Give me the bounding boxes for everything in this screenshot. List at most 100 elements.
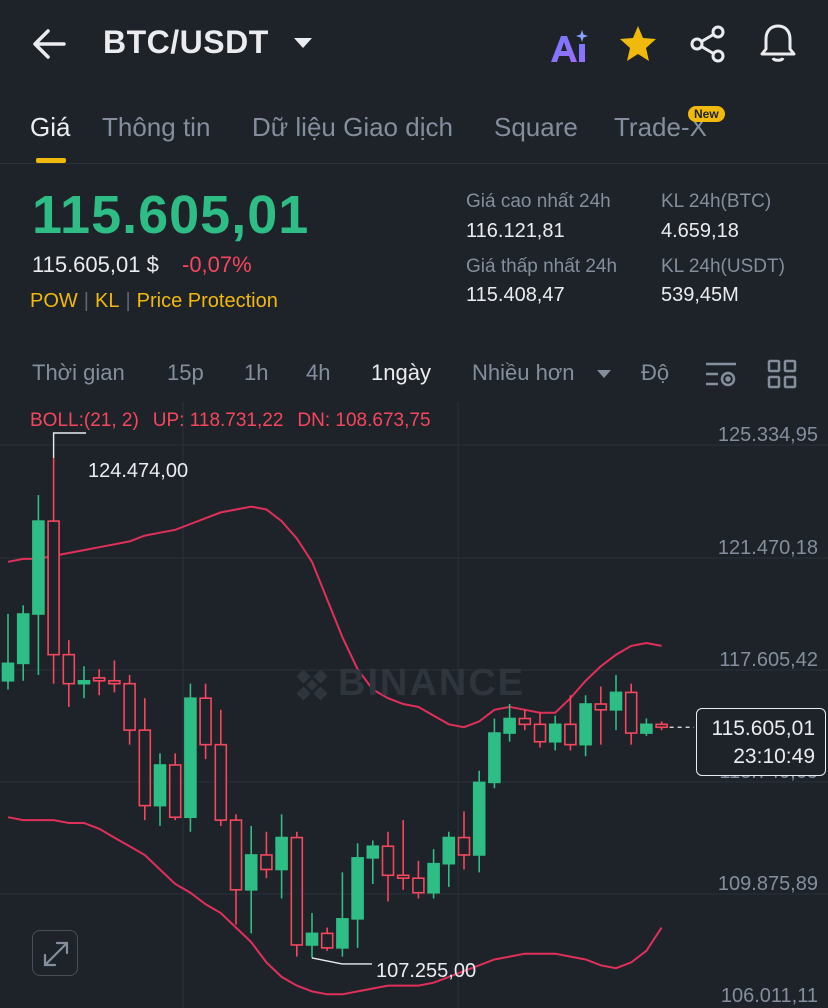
volume-usdt-label: KL 24h(USDT) — [661, 256, 785, 277]
low-marker-label: 107.255,00 — [376, 960, 477, 982]
tag-kl[interactable]: KL — [95, 290, 119, 312]
candle-countdown: 23:10:49 — [733, 745, 815, 768]
candle-up — [640, 723, 653, 734]
active-tab-indicator — [36, 158, 66, 163]
interval-1d[interactable]: 1ngày — [371, 360, 431, 386]
boll-upper-value: UP: 118.731,22 — [152, 410, 284, 431]
y-axis-label: 125.334,95 — [717, 424, 818, 446]
y-axis-label: 106.011,11 — [720, 985, 818, 1007]
low-24h-value: 115.408,47 — [466, 284, 565, 306]
interval-15m[interactable]: 15p — [167, 360, 204, 386]
candle-down — [290, 836, 304, 946]
candle-down — [655, 723, 668, 729]
candle-down — [229, 819, 243, 891]
candle-down — [47, 520, 60, 656]
candle-up — [336, 918, 349, 949]
volume-btc-value: 4.659,18 — [661, 220, 739, 242]
candle-down — [138, 729, 152, 807]
y-axis-label: 109.875,89 — [717, 873, 818, 895]
candle-down — [62, 653, 76, 685]
interval-more[interactable]: Nhiều hơn — [472, 360, 575, 386]
new-badge: New — [688, 106, 725, 122]
candle-down — [533, 723, 547, 743]
candle-down — [214, 743, 228, 821]
tab-price[interactable]: Giá — [30, 112, 70, 143]
candle-down — [168, 764, 182, 819]
candle-up — [153, 764, 167, 807]
candle-down — [396, 874, 410, 879]
binance-watermark: BINANCE — [292, 662, 525, 705]
candle-down — [108, 679, 121, 685]
price-usd-equivalent: 115.605,01 $ — [32, 252, 159, 277]
interval-depth[interactable]: Độ — [641, 360, 681, 386]
candle-down — [518, 717, 532, 726]
candle-up — [16, 613, 30, 665]
favorite-star-icon[interactable] — [618, 24, 658, 64]
candle-up — [472, 781, 486, 856]
high-24h-value: 116.121,81 — [466, 220, 565, 242]
token-tags: POW | KL | Price Protection — [30, 290, 278, 313]
bell-icon[interactable] — [758, 22, 798, 64]
candle-down — [92, 677, 106, 682]
candle-up — [503, 717, 516, 734]
low-24h-label: Giá thấp nhất 24h — [466, 256, 618, 277]
current-price-value: 115.605,01 — [711, 717, 815, 740]
candle-up — [305, 932, 319, 946]
candle-up — [32, 520, 45, 615]
candle-up — [579, 703, 592, 746]
tag-price-protection[interactable]: Price Protection — [137, 290, 278, 312]
chevron-down-icon[interactable] — [294, 38, 312, 48]
candle-down — [260, 854, 273, 871]
high-marker-label: 124.474,00 — [88, 460, 189, 482]
candle-down — [624, 691, 638, 734]
ai-icon[interactable] — [548, 26, 590, 66]
boll-lower-band — [7, 816, 663, 996]
candle-up — [442, 836, 456, 865]
candle-up — [548, 723, 562, 743]
back-arrow-icon[interactable] — [30, 26, 70, 62]
interval-time[interactable]: Thời gian — [32, 360, 125, 386]
price-change-percent: -0,07% — [182, 252, 252, 277]
interval-bar: Thời gian 15p 1h 4h 1ngày Nhiều hơn Độ — [0, 356, 828, 396]
tag-separator: | — [83, 290, 89, 312]
boll-indicator-readout: BOLL:(21, 2) UP: 118.731,22 DN: 108.673,75 — [30, 410, 445, 432]
layout-grid-icon[interactable] — [766, 358, 798, 390]
candle-up — [184, 697, 197, 819]
tag-separator: | — [125, 290, 131, 312]
trading-pair-title[interactable]: BTC/USDT — [103, 24, 269, 61]
candle-down — [199, 697, 212, 746]
candle-down — [123, 682, 136, 731]
boll-lower-value: DN: 108.673,75 — [297, 410, 431, 431]
candle-up — [427, 862, 440, 894]
candle-down — [412, 877, 425, 894]
candle-up — [77, 679, 91, 685]
interval-4h[interactable]: 4h — [306, 360, 330, 386]
candle-up — [351, 857, 364, 920]
tag-pow[interactable]: POW — [30, 290, 78, 312]
tab-info[interactable]: Thông tin — [102, 112, 210, 143]
candlestick-chart[interactable] — [0, 402, 828, 1008]
indicator-settings-icon[interactable] — [704, 358, 738, 390]
candle-down — [564, 723, 577, 746]
interval-1h[interactable]: 1h — [244, 360, 268, 386]
chevron-down-icon[interactable] — [597, 370, 611, 378]
tab-bar: Giá Thông tin Dữ liệu Giao dịch Square T… — [0, 106, 828, 164]
volume-btc-label: KL 24h(BTC) — [661, 191, 772, 212]
y-axis-label: 121.470,18 — [717, 537, 818, 559]
high-24h-label: Giá cao nhất 24h — [466, 191, 611, 212]
candle-down — [381, 845, 395, 877]
low-marker-line — [311, 957, 372, 965]
last-price: 115.605,01 — [32, 185, 310, 245]
header-bar: BTC/USDT — [0, 0, 828, 90]
candle-down — [320, 932, 334, 949]
candle-up — [275, 836, 288, 871]
candle-up — [244, 854, 258, 891]
candle-up — [609, 691, 623, 711]
tab-square[interactable]: Square — [494, 112, 578, 143]
tab-trading-data[interactable]: Dữ liệu Giao dịch — [252, 112, 453, 143]
expand-fullscreen-icon[interactable] — [32, 930, 78, 976]
y-axis-label: 117.605,42 — [719, 649, 818, 671]
candle-down — [594, 703, 608, 711]
candle-up — [366, 845, 380, 859]
share-icon[interactable] — [688, 24, 728, 64]
